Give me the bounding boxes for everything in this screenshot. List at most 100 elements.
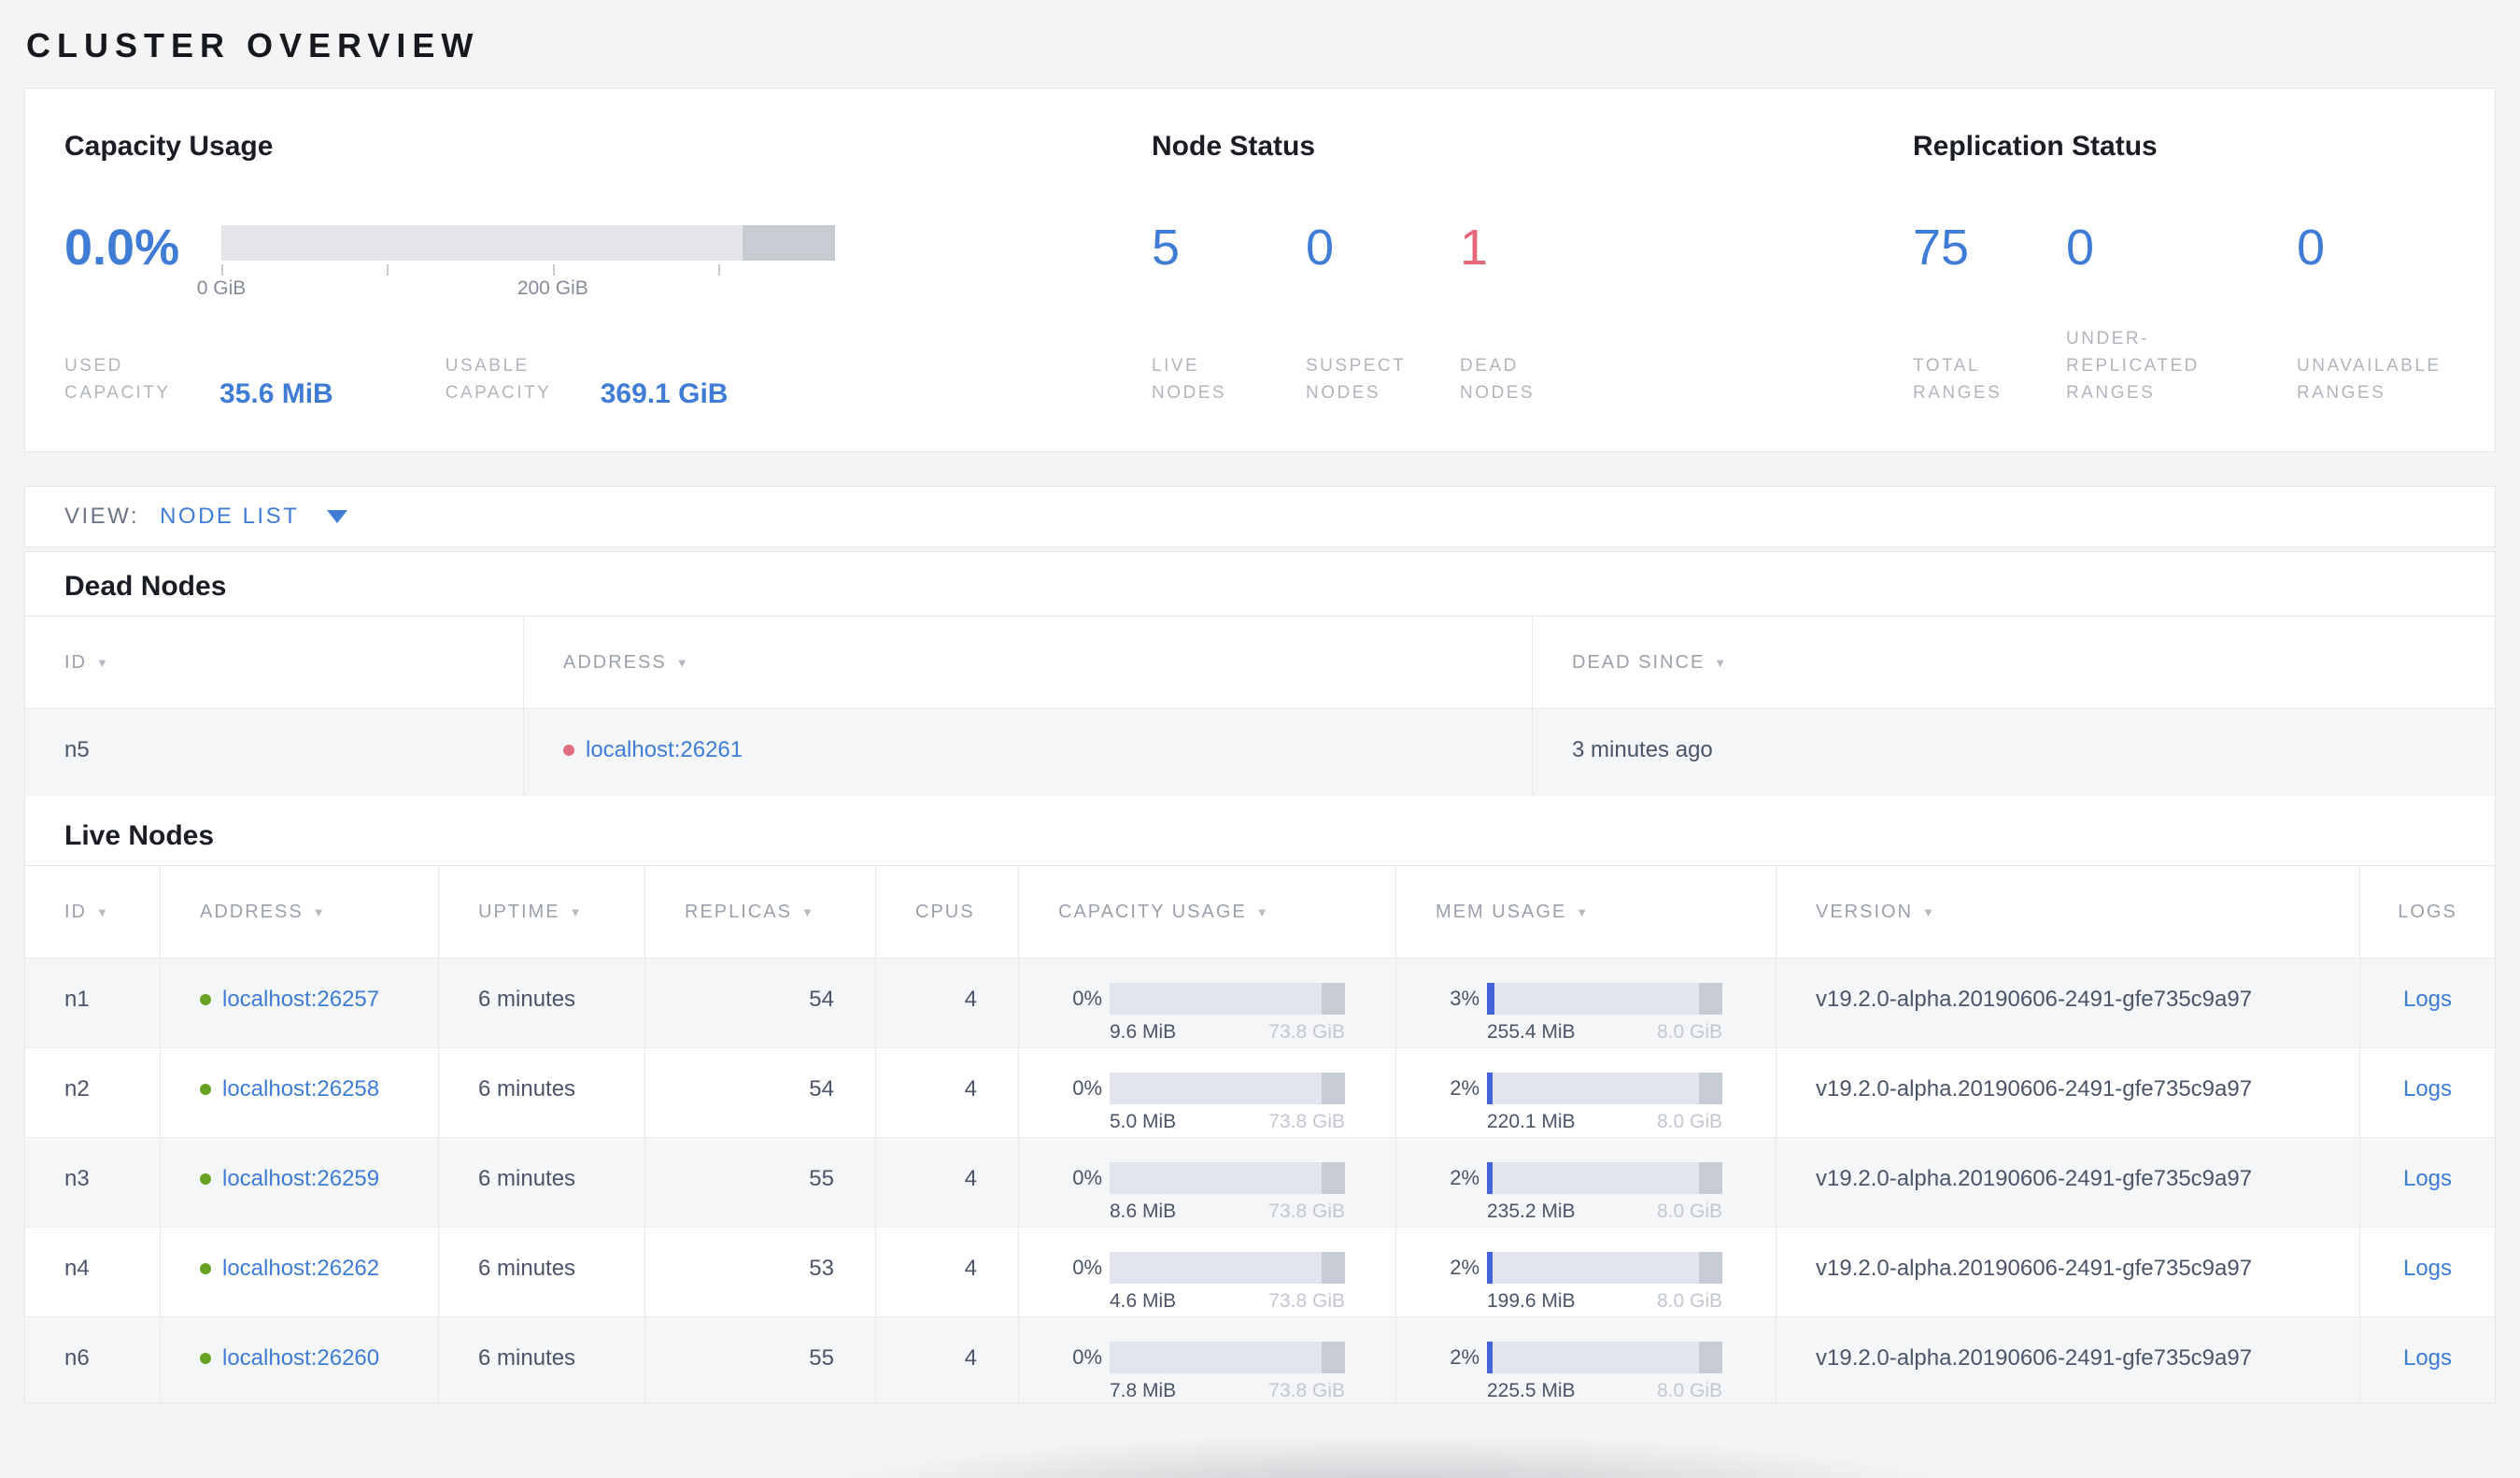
capacity-bar (1110, 1342, 1345, 1373)
cell-node-address: localhost:26260 (160, 1317, 438, 1402)
cell-mem-usage: 2% 225.5 MiB 8.0 GiB (1395, 1317, 1776, 1402)
mem-used: 235.2 MiB (1487, 1201, 1576, 1222)
cluster-summary-panel: Capacity Usage 0.0% 0 GiB 200 GiB USED C… (24, 88, 2496, 452)
cell-mem-usage: 2% 199.6 MiB 8.0 GiB (1395, 1228, 1776, 1316)
replication-status-title: Replication Status (1913, 131, 2158, 162)
live-node-row-n6: n6 localhost:26260 6 minutes 55 4 0% 7.8… (25, 1317, 2495, 1402)
sort-arrow-icon: ▼ (96, 904, 108, 919)
col-header-id[interactable]: ID ▼ (25, 866, 160, 958)
capacity-percent: 0% (1072, 1076, 1102, 1100)
cell-uptime: 6 minutes (438, 1228, 644, 1316)
dead-node-dot-icon (563, 745, 574, 756)
mem-bar (1487, 1162, 1722, 1194)
live-node-dot-icon (200, 1173, 211, 1185)
cell-cpus: 4 (875, 1317, 1018, 1402)
logs-link[interactable]: Logs (2403, 1076, 2452, 1101)
col-header-id[interactable]: ID ▼ (25, 617, 523, 708)
usable-capacity-label: USABLE CAPACITY (445, 356, 552, 403)
capacity-gauge: 0 GiB 200 GiB (197, 225, 835, 302)
live-node-dot-icon (200, 1353, 211, 1364)
mem-bar (1487, 1342, 1722, 1373)
dead-nodes-header-row: ID ▼ ADDRESS ▼ DEAD SINCE ▼ (25, 616, 2495, 709)
capacity-total: 73.8 GiB (1268, 1201, 1345, 1222)
cell-capacity-usage: 0% 5.0 MiB 73.8 GiB (1018, 1048, 1395, 1137)
cell-cpus: 4 (875, 959, 1018, 1047)
node-address-link[interactable]: localhost:26260 (222, 1345, 379, 1371)
live-node-row-n3: n3 localhost:26259 6 minutes 55 4 0% 8.6… (25, 1138, 2495, 1228)
cell-node-id: n1 (64, 987, 90, 1012)
capacity-used: 7.8 MiB (1110, 1380, 1177, 1401)
cell-node-address: localhost:26259 (160, 1138, 438, 1227)
node-address-link[interactable]: localhost:26261 (586, 737, 743, 762)
dead-nodes-label: DEAD NODES (1460, 356, 1536, 403)
cell-capacity-usage: 0% 8.6 MiB 73.8 GiB (1018, 1138, 1395, 1227)
capacity-used: 8.6 MiB (1110, 1201, 1177, 1222)
col-header-version[interactable]: VERSION ▼ (1776, 866, 2359, 958)
cell-node-id: n3 (64, 1166, 90, 1191)
node-address-link[interactable]: localhost:26257 (222, 987, 379, 1012)
node-address-link[interactable]: localhost:26258 (222, 1076, 379, 1101)
cell-mem-usage: 2% 235.2 MiB 8.0 GiB (1395, 1138, 1776, 1227)
cell-logs: Logs (2359, 1228, 2495, 1316)
node-address-link[interactable]: localhost:26262 (222, 1256, 379, 1281)
cell-node-id: n4 (64, 1256, 90, 1281)
live-node-row-n1: n1 localhost:26257 6 minutes 54 4 0% 9.6… (25, 959, 2495, 1048)
logs-link[interactable]: Logs (2403, 1345, 2452, 1371)
capacity-percent: 0% (1072, 1166, 1102, 1189)
col-header-mem-usage[interactable]: MEM USAGE ▼ (1395, 866, 1776, 958)
live-node-dot-icon (200, 1263, 211, 1274)
sort-arrow-icon: ▼ (569, 904, 582, 919)
live-nodes-heading: Live Nodes (64, 820, 215, 851)
sort-arrow-icon: ▼ (312, 904, 325, 919)
usable-capacity-value: 369.1 GiB (600, 378, 729, 409)
col-header-cpus[interactable]: CPUS (875, 866, 1018, 958)
cell-logs: Logs (2359, 1138, 2495, 1227)
live-nodes-label: LIVE NODES (1152, 356, 1227, 403)
capacity-gauge-row: 0.0% 0 GiB 200 GiB (64, 221, 1136, 302)
col-header-address[interactable]: ADDRESS ▼ (523, 617, 1532, 708)
under-replicated-ranges-count: 0 (2066, 220, 2095, 276)
mem-percent: 2% (1450, 1256, 1479, 1279)
mem-used: 225.5 MiB (1487, 1380, 1576, 1401)
col-header-uptime[interactable]: UPTIME ▼ (438, 866, 644, 958)
sort-arrow-icon: ▼ (1714, 655, 1727, 670)
live-node-row-n4: n4 localhost:26262 6 minutes 53 4 0% 4.6… (25, 1228, 2495, 1317)
col-header-dead-since[interactable]: DEAD SINCE ▼ (1532, 617, 2495, 708)
col-header-address[interactable]: ADDRESS ▼ (160, 866, 438, 958)
node-address-link[interactable]: localhost:26259 (222, 1166, 379, 1191)
live-node-dot-icon (200, 1084, 211, 1095)
col-header-replicas[interactable]: REPLICAS ▼ (644, 866, 875, 958)
cell-logs: Logs (2359, 959, 2495, 1047)
sort-arrow-icon: ▼ (800, 904, 814, 919)
sort-arrow-icon: ▼ (1255, 904, 1268, 919)
live-nodes-header-row: ID ▼ ADDRESS ▼ UPTIME ▼ REPLICAS ▼ CPUS (25, 865, 2495, 959)
logs-link[interactable]: Logs (2403, 1166, 2452, 1191)
cell-node-id: n6 (64, 1345, 90, 1371)
unavailable-ranges-count: 0 (2297, 220, 2326, 276)
cell-mem-usage: 2% 220.1 MiB 8.0 GiB (1395, 1048, 1776, 1137)
capacity-percent: 0% (1072, 1345, 1102, 1369)
logs-link[interactable]: Logs (2403, 1256, 2452, 1281)
capacity-total: 73.8 GiB (1268, 1111, 1345, 1132)
cell-cpus: 4 (875, 1048, 1018, 1137)
view-dropdown[interactable]: NODE LIST (160, 504, 348, 530)
page-title: CLUSTER OVERVIEW (26, 26, 480, 64)
col-header-logs: LOGS (2359, 866, 2495, 958)
logs-link[interactable]: Logs (2403, 987, 2452, 1012)
cell-logs: Logs (2359, 1048, 2495, 1137)
used-capacity-stat: USED CAPACITY 35.6 MiB (64, 352, 333, 408)
cell-version: v19.2.0-alpha.20190606-2491-gfe735c9a97 (1776, 1228, 2359, 1316)
mem-total: 8.0 GiB (1656, 1201, 1722, 1222)
cell-node-id: n5 (64, 737, 90, 762)
mem-bar (1487, 1073, 1722, 1104)
capacity-bar (1110, 1073, 1345, 1104)
cell-uptime: 6 minutes (438, 959, 644, 1047)
cell-uptime: 6 minutes (438, 1138, 644, 1227)
cell-version: v19.2.0-alpha.20190606-2491-gfe735c9a97 (1776, 959, 2359, 1047)
dead-nodes-count: 1 (1460, 220, 1489, 276)
mem-bar (1487, 983, 1722, 1015)
col-header-capacity-usage[interactable]: CAPACITY USAGE ▼ (1018, 866, 1395, 958)
suspect-nodes-label: SUSPECT NODES (1306, 356, 1407, 403)
cell-replicas: 55 (644, 1138, 875, 1227)
view-selector-bar: VIEW: NODE LIST (24, 486, 2496, 547)
